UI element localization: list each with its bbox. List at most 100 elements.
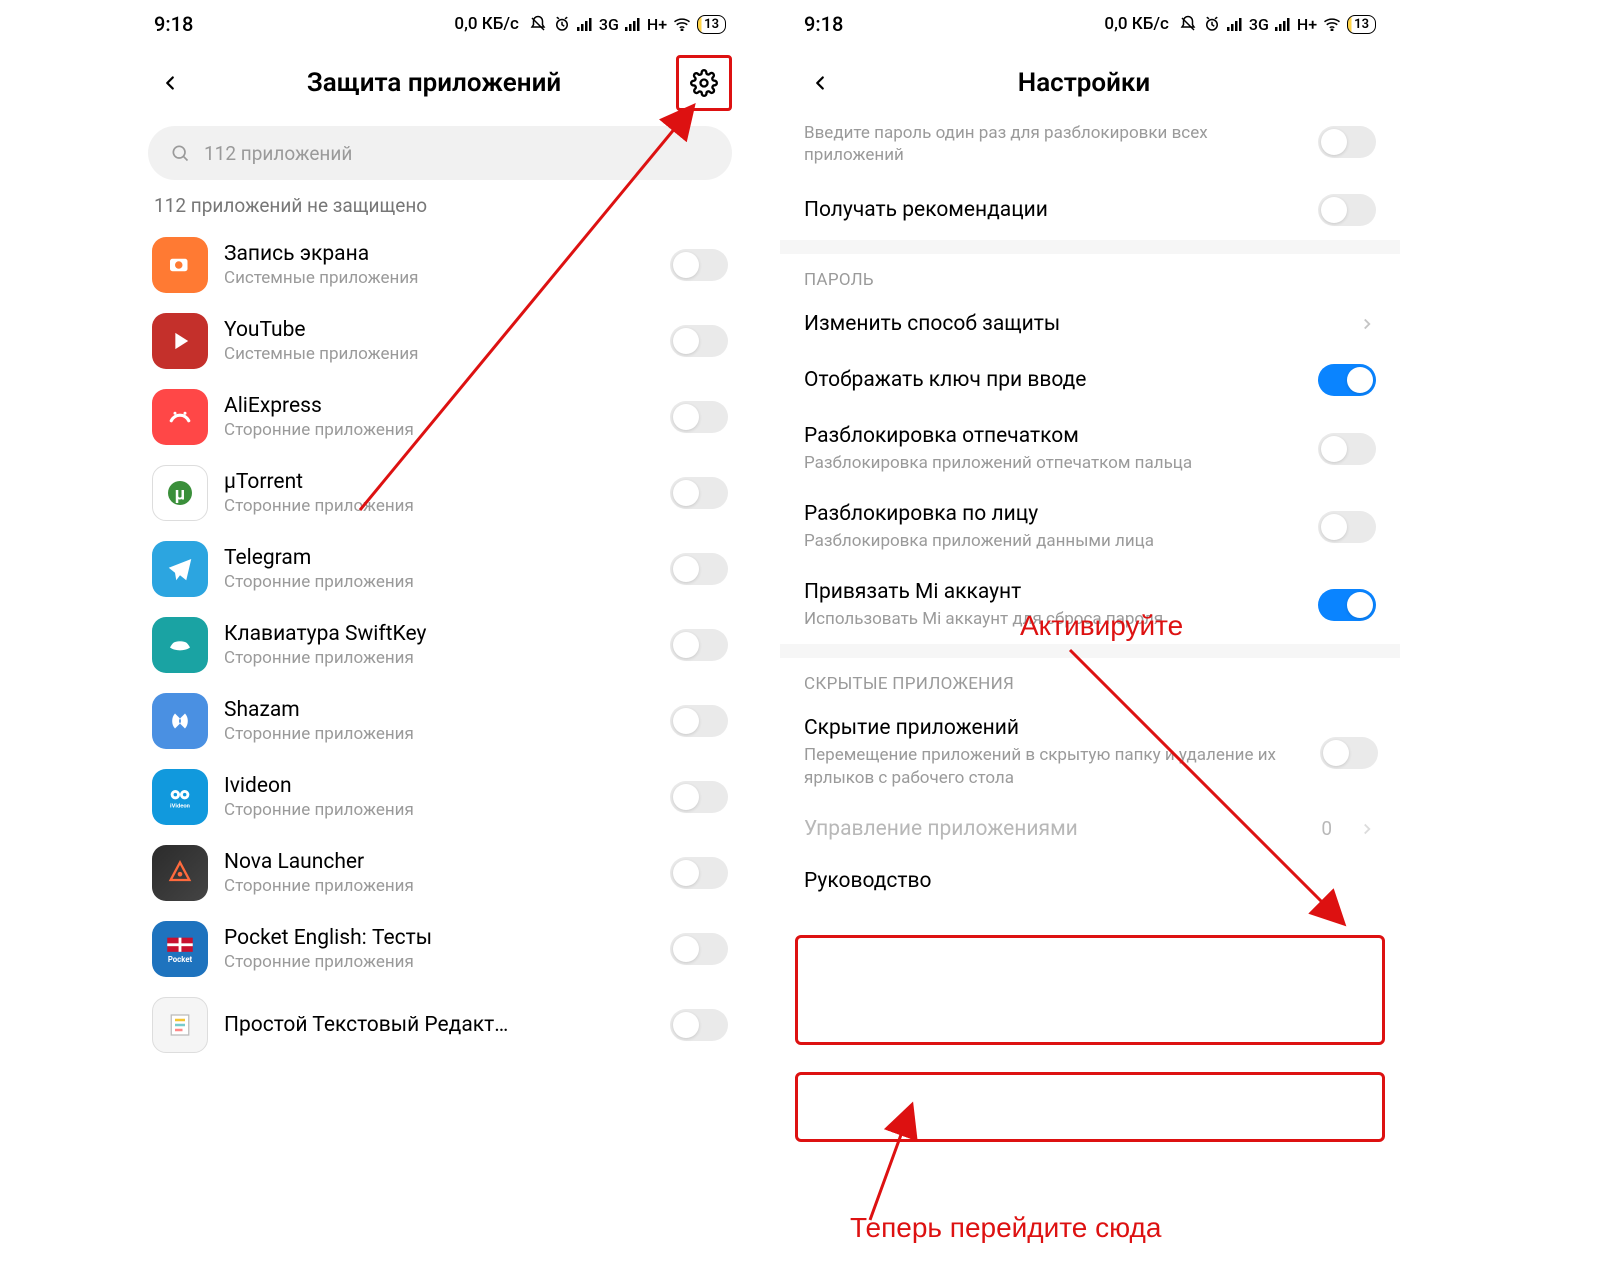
signal-icon-2 bbox=[1275, 17, 1291, 31]
toggle-app-lock[interactable] bbox=[670, 553, 728, 585]
app-row[interactable]: Клавиатура SwiftKeyСторонние приложения bbox=[130, 607, 750, 683]
app-category: Сторонние приложения bbox=[224, 420, 654, 440]
app-icon bbox=[152, 541, 208, 597]
toggle-app-lock[interactable] bbox=[670, 1009, 728, 1041]
setting-title: Разблокировка по лицу bbox=[804, 502, 1302, 526]
toggle-app-lock[interactable] bbox=[670, 325, 728, 357]
app-category: Сторонние приложения bbox=[224, 800, 654, 820]
toggle-app-lock[interactable] bbox=[670, 249, 728, 281]
toggle-show-key[interactable] bbox=[1318, 364, 1376, 396]
app-category: Сторонние приложения bbox=[224, 572, 654, 592]
setting-row-change-method[interactable]: Изменить способ защиты bbox=[780, 298, 1400, 350]
app-row[interactable]: TelegramСторонние приложения bbox=[130, 531, 750, 607]
chevron-left-icon bbox=[159, 72, 181, 94]
toggle-app-lock[interactable] bbox=[670, 857, 728, 889]
toggle-hide-apps[interactable] bbox=[1320, 737, 1378, 769]
app-row[interactable]: Nova LauncherСторонние приложения bbox=[130, 835, 750, 911]
setting-row-mi-account[interactable]: Привязать Mi аккаунт Использовать Mi акк… bbox=[780, 566, 1400, 644]
toggle-app-lock[interactable] bbox=[670, 401, 728, 433]
unprotected-count: 112 приложений не защищено bbox=[130, 194, 750, 227]
app-category: Системные приложения bbox=[224, 344, 654, 364]
network-label-2: H+ bbox=[647, 15, 667, 34]
app-name: AliExpress bbox=[224, 394, 654, 418]
svg-text:Pocket: Pocket bbox=[168, 955, 193, 964]
alarm-icon bbox=[1203, 15, 1221, 33]
app-name: Простой Текстовый Редакт… bbox=[224, 1013, 654, 1037]
toggle-app-lock[interactable] bbox=[670, 477, 728, 509]
app-icon: μ bbox=[152, 465, 208, 521]
toggle-fingerprint[interactable] bbox=[1318, 433, 1376, 465]
network-label-1: 3G bbox=[1249, 15, 1269, 34]
setting-title: Получать рекомендации bbox=[804, 198, 1302, 222]
toggle-app-lock[interactable] bbox=[670, 705, 728, 737]
app-name: Telegram bbox=[224, 546, 654, 570]
battery-indicator: 13 bbox=[1347, 15, 1376, 34]
network-label-2: H+ bbox=[1297, 15, 1317, 34]
app-category: Сторонние приложения bbox=[224, 952, 654, 972]
app-row[interactable]: Запись экранаСистемные приложения bbox=[130, 227, 750, 303]
app-name: Pocket English: Тесты bbox=[224, 926, 654, 950]
toggle-app-lock[interactable] bbox=[670, 933, 728, 965]
app-row[interactable]: Простой Текстовый Редакт… bbox=[130, 987, 750, 1063]
app-list[interactable]: Запись экранаСистемные приложенияYouTube… bbox=[130, 227, 750, 1063]
setting-subtitle: Использовать Mi аккаунт для сброса парол… bbox=[804, 608, 1302, 630]
app-icon bbox=[152, 997, 208, 1053]
setting-row-fingerprint[interactable]: Разблокировка отпечатком Разблокировка п… bbox=[780, 410, 1400, 488]
setting-title: Управление приложениями bbox=[804, 817, 1305, 841]
search-input[interactable]: 112 приложений bbox=[148, 126, 732, 180]
back-button[interactable] bbox=[148, 61, 192, 105]
toggle-face[interactable] bbox=[1318, 511, 1376, 543]
app-category: Сторонние приложения bbox=[224, 724, 654, 744]
setting-title: Скрытие приложений bbox=[804, 716, 1304, 740]
setting-row-face[interactable]: Разблокировка по лицу Разблокировка прил… bbox=[780, 488, 1400, 566]
header: Защита приложений bbox=[130, 48, 750, 118]
toggle-group-unlock[interactable] bbox=[1318, 126, 1376, 158]
network-label-1: 3G bbox=[599, 15, 619, 34]
signal-icon-2 bbox=[625, 17, 641, 31]
page-title: Настройки bbox=[842, 68, 1326, 98]
battery-indicator: 13 bbox=[697, 15, 726, 34]
wifi-icon bbox=[673, 17, 691, 31]
app-row[interactable]: iVideonIvideonСторонние приложения bbox=[130, 759, 750, 835]
section-divider bbox=[780, 644, 1400, 658]
gear-icon bbox=[690, 69, 718, 97]
status-time: 9:18 bbox=[804, 12, 843, 36]
app-row[interactable]: μμTorrentСторонние приложения bbox=[130, 455, 750, 531]
toggle-mi-account[interactable] bbox=[1318, 589, 1376, 621]
setting-row-recommendations[interactable]: Получать рекомендации bbox=[780, 180, 1400, 240]
chevron-right-icon bbox=[1358, 315, 1376, 333]
toggle-app-lock[interactable] bbox=[670, 629, 728, 661]
setting-row-hide-apps[interactable]: Скрытие приложений Перемещение приложени… bbox=[780, 702, 1400, 802]
app-name: Клавиатура SwiftKey bbox=[224, 622, 654, 646]
app-icon bbox=[152, 313, 208, 369]
svg-text:iVideon: iVideon bbox=[170, 804, 190, 810]
section-divider bbox=[780, 240, 1400, 254]
manage-count: 0 bbox=[1321, 817, 1332, 840]
app-row[interactable]: ShazamСторонние приложения bbox=[130, 683, 750, 759]
app-row[interactable]: Pocket Pocket English: ТестыСторонние при… bbox=[130, 911, 750, 987]
chevron-right-icon bbox=[1358, 820, 1376, 838]
back-button[interactable] bbox=[798, 61, 842, 105]
app-name: Запись экрана bbox=[224, 242, 654, 266]
search-icon bbox=[170, 143, 190, 163]
app-icon bbox=[152, 389, 208, 445]
app-icon bbox=[152, 617, 208, 673]
toggle-app-lock[interactable] bbox=[670, 781, 728, 813]
app-row[interactable]: AliExpressСторонние приложения bbox=[130, 379, 750, 455]
toggle-recommendations[interactable] bbox=[1318, 194, 1376, 226]
setting-row-group-unlock-partial[interactable]: Введите пароль один раз для разблокировк… bbox=[780, 118, 1400, 180]
signal-icon bbox=[577, 17, 593, 31]
app-icon: Pocket bbox=[152, 921, 208, 977]
settings-button[interactable] bbox=[676, 55, 732, 111]
setting-row-guide[interactable]: Руководство bbox=[780, 855, 1400, 907]
setting-title: Привязать Mi аккаунт bbox=[804, 580, 1302, 604]
app-row[interactable]: YouTubeСистемные приложения bbox=[130, 303, 750, 379]
page-title: Защита приложений bbox=[192, 68, 676, 98]
data-speed: 0,0 КБ/с bbox=[1104, 14, 1169, 34]
status-bar: 9:18 0,0 КБ/с 3G H+ 13 bbox=[780, 0, 1400, 48]
wifi-icon bbox=[1323, 17, 1341, 31]
header: Настройки bbox=[780, 48, 1400, 118]
setting-row-show-key[interactable]: Отображать ключ при вводе bbox=[780, 350, 1400, 410]
setting-row-manage-apps[interactable]: Управление приложениями 0 bbox=[780, 803, 1400, 855]
status-indicators: 0,0 КБ/с 3G H+ 13 bbox=[1104, 14, 1376, 34]
